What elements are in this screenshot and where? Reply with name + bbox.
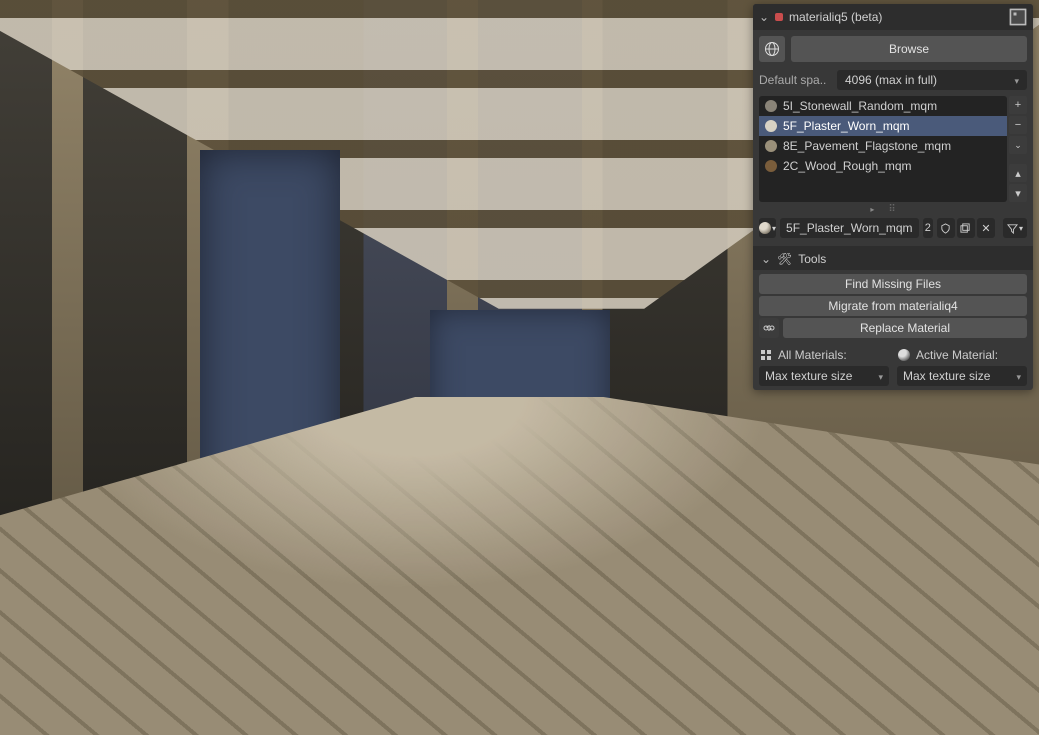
chevron-down-icon bbox=[1016, 369, 1021, 383]
material-move-up-button[interactable]: ▴ bbox=[1009, 164, 1027, 182]
migrate-button[interactable]: Migrate from materialiq4 bbox=[759, 296, 1027, 316]
active-max-texture-dropdown[interactable]: Max texture size bbox=[897, 366, 1027, 386]
duplicate-icon bbox=[960, 223, 971, 234]
material-add-button[interactable]: + bbox=[1009, 96, 1027, 114]
material-list-item[interactable]: 2C_Wood_Rough_mqm bbox=[759, 156, 1007, 176]
close-icon: ✕ bbox=[981, 222, 990, 235]
grid-icon bbox=[759, 348, 773, 362]
material-name: 5I_Stonewall_Random_mqm bbox=[783, 99, 937, 113]
chevron-down-icon bbox=[1014, 73, 1019, 87]
material-name: 5F_Plaster_Worn_mqm bbox=[783, 119, 910, 133]
active-material-label: Active Material: bbox=[916, 348, 998, 362]
material-name: 8E_Pavement_Flagstone_mqm bbox=[783, 139, 951, 153]
material-browse-button[interactable]: ▾ bbox=[759, 218, 776, 238]
material-list-item[interactable]: 5F_Plaster_Worn_mqm bbox=[759, 116, 1007, 136]
drag-dots-icon: ⠿ bbox=[888, 204, 897, 215]
material-sphere-icon bbox=[897, 348, 911, 362]
panel-collapse-toggle[interactable]: ⌄ bbox=[759, 10, 769, 24]
chevron-down-icon: ▾ bbox=[772, 224, 776, 233]
fake-user-toggle[interactable] bbox=[937, 218, 955, 238]
materialiq-panel: ⌄ materialiq5 (beta) Browse Default spa.… bbox=[753, 4, 1033, 390]
material-move-down-button[interactable]: ▾ bbox=[1009, 184, 1027, 202]
material-remove-button[interactable]: − bbox=[1009, 116, 1027, 134]
browse-icon-button[interactable] bbox=[759, 36, 785, 62]
all-max-texture-dropdown[interactable]: Max texture size bbox=[759, 366, 889, 386]
expand-tri-icon: ▸ bbox=[870, 205, 874, 214]
unlink-material-button[interactable]: ✕ bbox=[977, 218, 995, 238]
link-toggle-button[interactable] bbox=[759, 318, 779, 338]
addon-icon bbox=[775, 13, 783, 21]
panel-header: ⌄ materialiq5 (beta) bbox=[753, 4, 1033, 30]
default-space-label: Default spa.. bbox=[759, 73, 833, 87]
wrench-icon: 🛠 bbox=[777, 252, 792, 266]
globe-icon bbox=[764, 41, 780, 57]
material-list-item[interactable]: 8E_Pavement_Flagstone_mqm bbox=[759, 136, 1007, 156]
material-swatch-icon bbox=[765, 160, 777, 172]
link-icon bbox=[763, 322, 775, 334]
filter-icon bbox=[1007, 223, 1018, 234]
material-users-count[interactable]: 2 bbox=[923, 218, 933, 238]
browse-button-label: Browse bbox=[889, 42, 929, 56]
material-swatch-icon bbox=[765, 140, 777, 152]
material-name: 2C_Wood_Rough_mqm bbox=[783, 159, 912, 173]
replace-material-button[interactable]: Replace Material bbox=[783, 318, 1027, 338]
chevron-down-icon: ⌄ bbox=[1014, 140, 1022, 151]
material-filter-button[interactable]: ▾ bbox=[1003, 218, 1027, 238]
new-material-button[interactable] bbox=[957, 218, 975, 238]
material-swatch-icon bbox=[765, 100, 777, 112]
material-preview-icon bbox=[759, 222, 771, 234]
tools-subpanel-header[interactable]: ⌄ 🛠 Tools bbox=[753, 246, 1033, 270]
resolution-dropdown[interactable]: 4096 (max in full) bbox=[837, 70, 1027, 90]
tools-collapse-toggle[interactable]: ⌄ bbox=[761, 252, 771, 266]
active-material-name: 5F_Plaster_Worn_mqm bbox=[786, 221, 913, 235]
material-swatch-icon bbox=[765, 120, 777, 132]
chevron-down-icon: ▾ bbox=[1019, 224, 1023, 233]
material-list[interactable]: 5I_Stonewall_Random_mqm 5F_Plaster_Worn_… bbox=[759, 96, 1007, 202]
material-list-item[interactable]: 5I_Stonewall_Random_mqm bbox=[759, 96, 1007, 116]
all-materials-label: All Materials: bbox=[778, 348, 847, 362]
find-missing-files-button[interactable]: Find Missing Files bbox=[759, 274, 1027, 294]
browse-button[interactable]: Browse bbox=[791, 36, 1027, 62]
panel-options-button[interactable] bbox=[1009, 8, 1027, 26]
list-resize-handle[interactable]: ▸ ⠿ ▸ bbox=[753, 206, 1033, 216]
material-menu-button[interactable]: ⌄ bbox=[1009, 136, 1027, 154]
floor-geometry bbox=[0, 397, 1039, 735]
panel-title: materialiq5 (beta) bbox=[789, 10, 882, 24]
resolution-value: 4096 (max in full) bbox=[845, 73, 937, 87]
tools-title: Tools bbox=[798, 252, 826, 266]
active-material-name-field[interactable]: 5F_Plaster_Worn_mqm bbox=[780, 218, 919, 238]
shield-icon bbox=[940, 223, 951, 234]
chevron-down-icon bbox=[878, 369, 883, 383]
